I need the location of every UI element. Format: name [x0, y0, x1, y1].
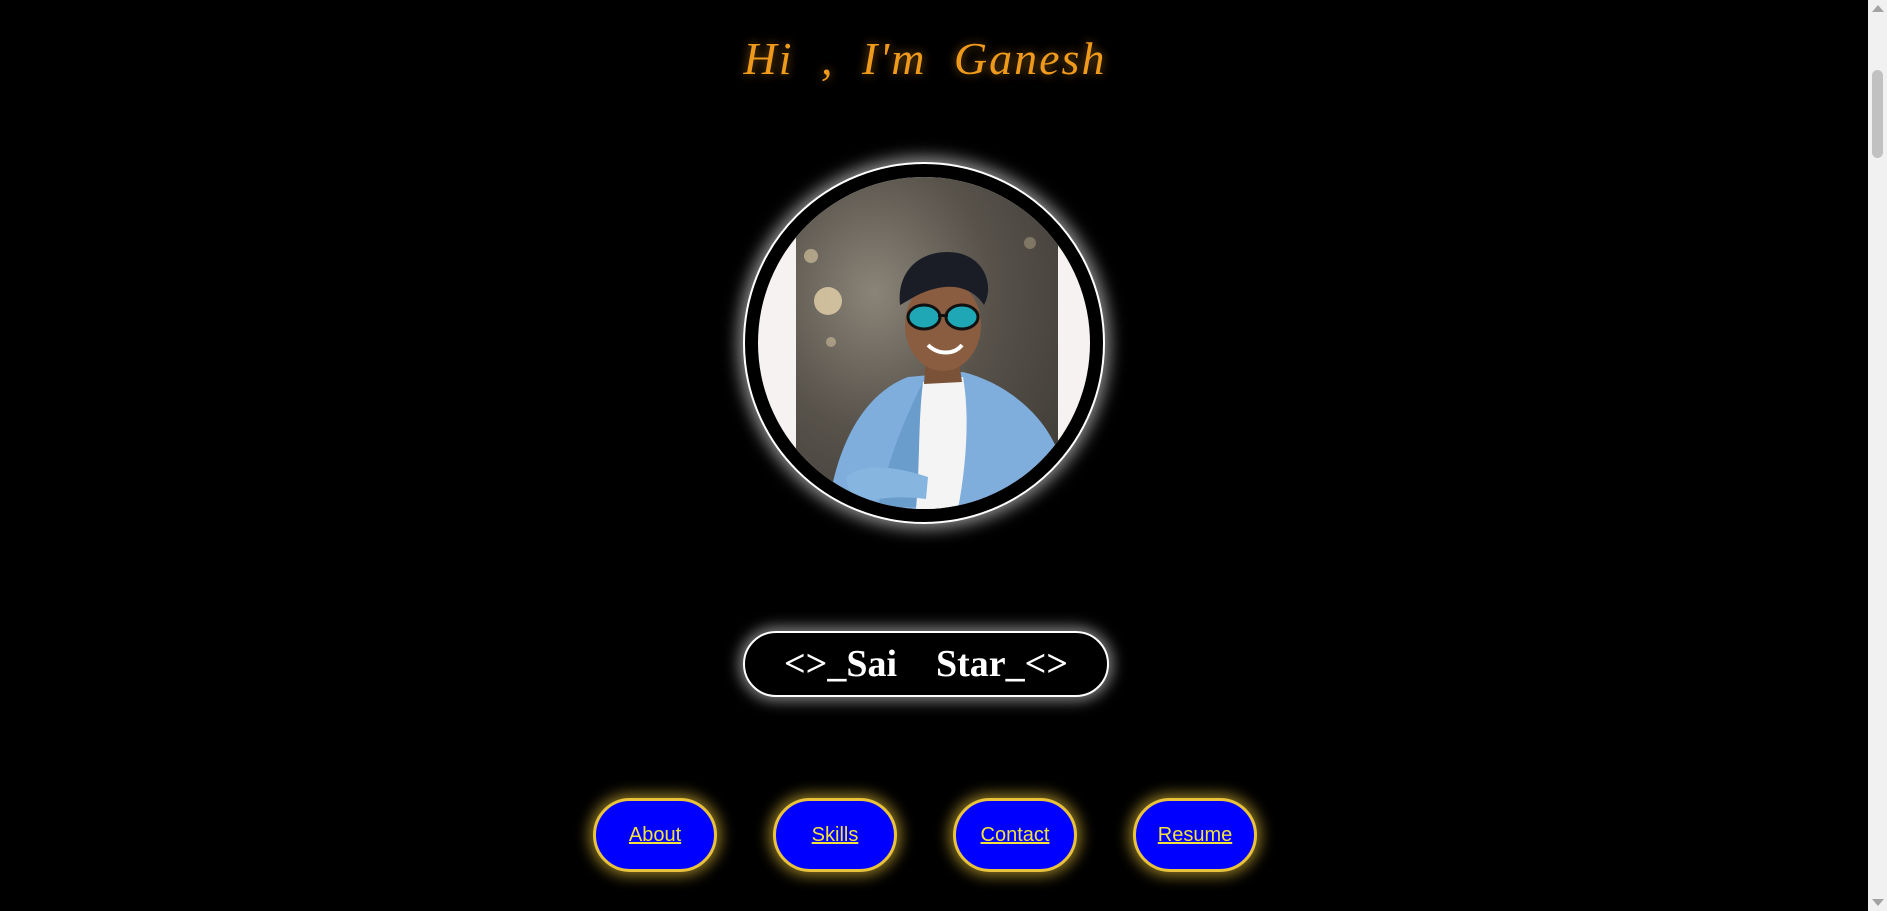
- vertical-scrollbar[interactable]: [1868, 0, 1887, 911]
- greeting-heading: Hi , I'm Ganesh: [743, 33, 1107, 84]
- person-figure: [828, 251, 1063, 509]
- scroll-down-icon[interactable]: [1872, 899, 1884, 906]
- contact-button[interactable]: Contact: [953, 798, 1077, 872]
- name-tag-text: <>_Sai Star_<>: [784, 643, 1068, 685]
- skills-button[interactable]: Skills: [773, 798, 897, 872]
- scroll-thumb[interactable]: [1872, 70, 1883, 158]
- scroll-up-icon[interactable]: [1872, 5, 1884, 12]
- nav-buttons: About Skills Contact Resume: [0, 798, 1868, 874]
- profile-photo: [758, 177, 1090, 509]
- about-button[interactable]: About: [593, 798, 717, 872]
- resume-button[interactable]: Resume: [1133, 798, 1257, 872]
- name-tag: <>_Sai Star_<>: [743, 631, 1109, 697]
- page: Hi , I'm Ganesh <>_Sai Star_<> About Ski…: [0, 0, 1868, 911]
- avatar: [743, 162, 1105, 524]
